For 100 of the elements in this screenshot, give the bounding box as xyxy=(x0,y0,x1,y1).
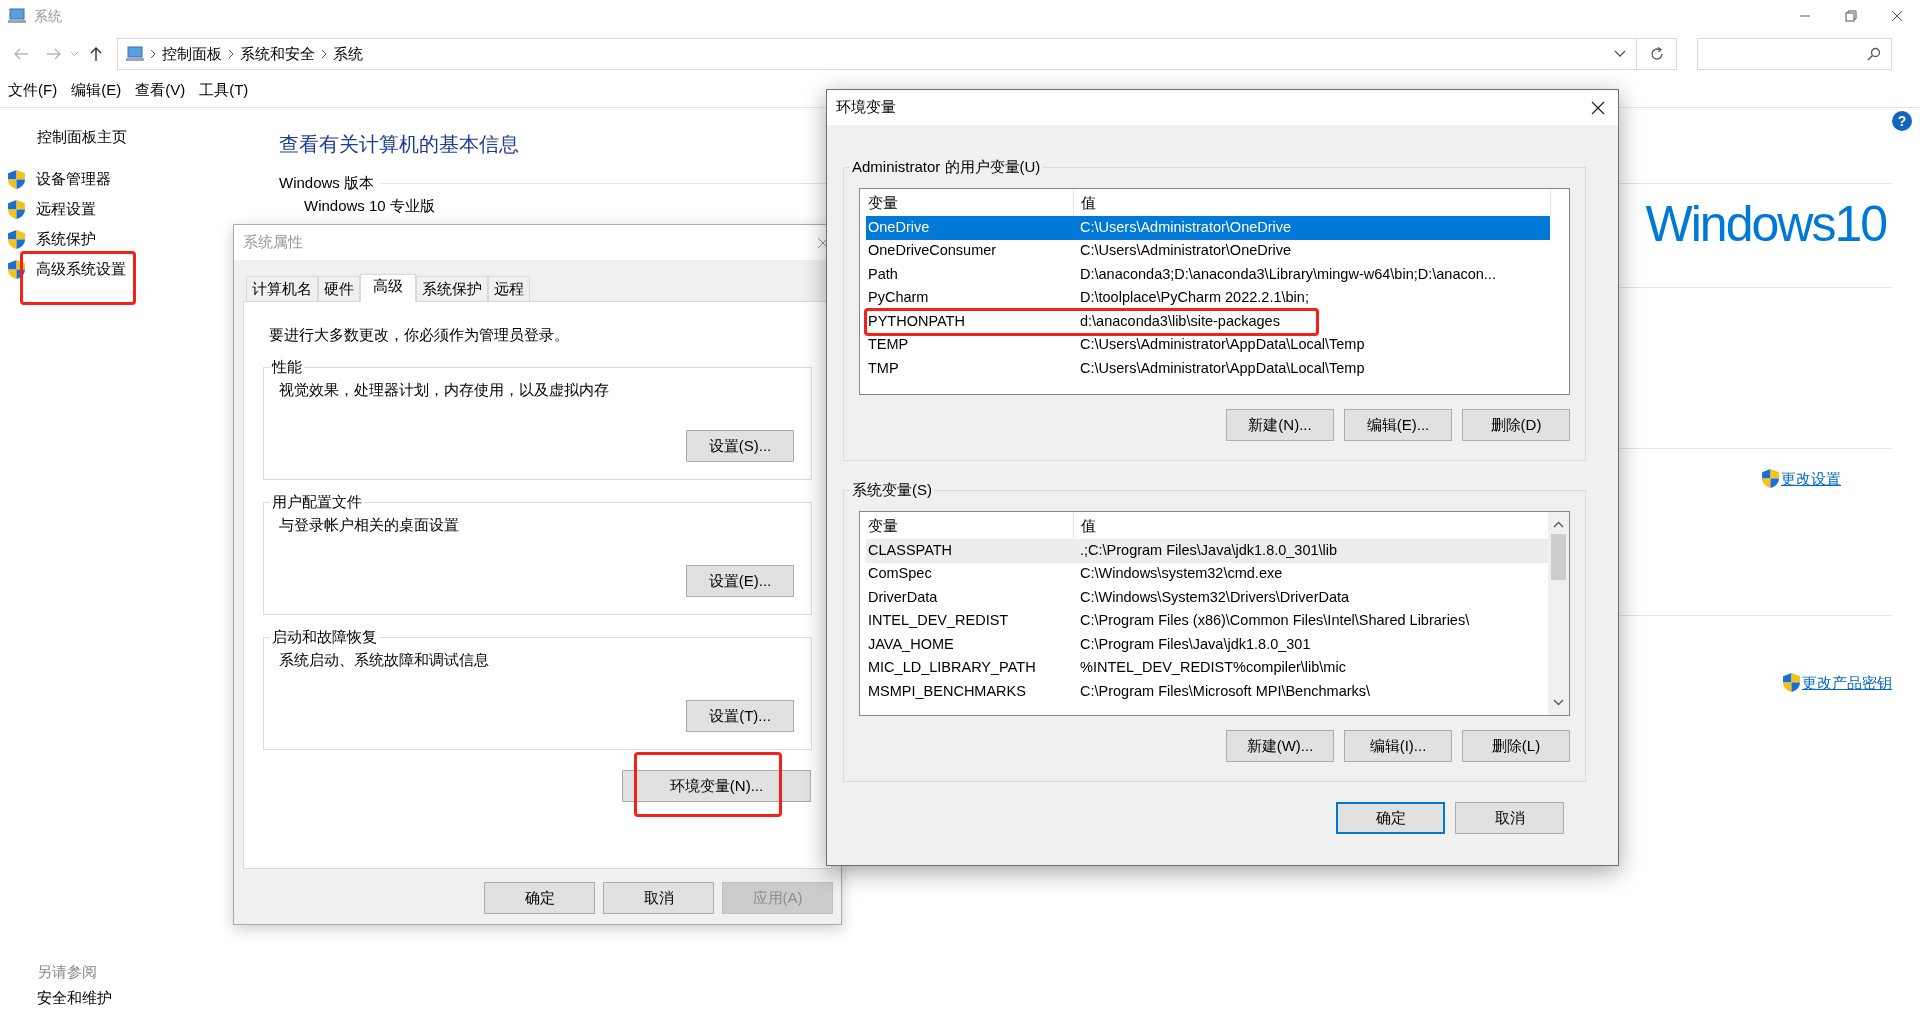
shield-icon xyxy=(8,229,25,249)
refresh-icon xyxy=(1649,47,1664,61)
variable-list[interactable] xyxy=(859,188,1570,395)
variable-list[interactable] xyxy=(859,511,1570,716)
table-cell-text: ComSpec xyxy=(867,564,933,584)
chevron-up-icon[interactable] xyxy=(1553,521,1565,528)
menu-item[interactable]: 查看(V) xyxy=(135,79,186,102)
computer-icon xyxy=(8,8,26,24)
dialog-button[interactable]: 取消 xyxy=(1455,802,1564,834)
settings-button[interactable]: 设置(S)... xyxy=(686,430,794,462)
settings-button[interactable]: 设置(E)... xyxy=(686,565,794,597)
list-row[interactable]: PYTHONPATH d:\anaconda3\lib\site-packages xyxy=(866,310,1550,334)
dialog-button[interactable]: 新建(W)... xyxy=(1226,730,1334,762)
restore-icon[interactable] xyxy=(1845,10,1857,22)
table-cell-text: OneDrive xyxy=(867,217,931,237)
sidebar-link[interactable]: 设备管理器 xyxy=(36,167,111,191)
breadcrumb-link[interactable]: 系统 xyxy=(327,42,369,66)
table-cell-text: Path xyxy=(867,264,899,284)
chevron-right-icon[interactable] xyxy=(150,49,156,59)
list-row[interactable]: OneDrive C:\Users\Administrator\OneDrive xyxy=(866,216,1550,240)
list-row[interactable]: ComSpec C:\Windows\system32\cmd.exe xyxy=(866,562,1549,586)
breadcrumb-link[interactable]: 系统和安全 xyxy=(234,42,321,66)
group-description: 视觉效果，处理器计划，内存使用，以及虚拟内存 xyxy=(279,380,610,400)
list-row[interactable]: TMP C:\Users\Administrator\AppData\Local\Temp xyxy=(866,357,1550,381)
list-row[interactable]: INTEL_DEV_REDIST C:\Program Files (x86)\Common Files\Intel\Shared Libraries\ xyxy=(866,609,1549,633)
sidebar-link[interactable]: 系统保护 xyxy=(36,227,96,251)
dialog-button[interactable]: 取消 xyxy=(603,882,714,914)
menu-item[interactable]: 文件(F) xyxy=(8,79,58,102)
chevron-right-icon[interactable] xyxy=(321,49,327,59)
table-cell-text: C:\Users\Administrator\OneDrive xyxy=(1079,217,1293,237)
settings-link[interactable]: 更改产品密钥 xyxy=(1783,671,1892,694)
dialog-button[interactable]: 编辑(I)... xyxy=(1344,730,1452,762)
table-cell-text: PyCharm xyxy=(867,288,930,308)
breadcrumb-link[interactable]: 控制面板 xyxy=(156,42,228,66)
sidebar-link[interactable]: 高级系统设置 xyxy=(36,257,126,281)
list-row[interactable]: PyCharm D:\toolplace\PyCharm 2022.2.1\bin; xyxy=(866,286,1550,310)
help-button[interactable]: ? xyxy=(1892,111,1912,131)
sidebar-link[interactable]: 远程设置 xyxy=(36,197,96,221)
dialog-button[interactable]: 确定 xyxy=(484,882,595,914)
sidebar-link[interactable]: 安全和维护 xyxy=(37,986,250,1009)
section-title: Windows 版本 xyxy=(279,173,375,193)
column-header[interactable]: 变量 xyxy=(866,189,1073,216)
shield-icon xyxy=(1783,673,1800,693)
dialog-button[interactable]: 确定 xyxy=(1336,802,1445,834)
tab[interactable]: 计算机名 xyxy=(246,276,318,301)
sidebar-link[interactable]: 控制面板主页 xyxy=(37,126,250,148)
table-cell-text: D:\anaconda3;D:\anaconda3\Library\mingw-w64\bin;D:\anacon... xyxy=(1079,264,1497,284)
list-row[interactable]: DriverData C:\Windows\System32\Drivers\DriverData xyxy=(866,586,1549,610)
list-row[interactable]: Path D:\anaconda3;D:\anaconda3\Library\mingw-w64\bin;D:\anacon... xyxy=(866,263,1550,287)
dialog-title: 系统属性 xyxy=(243,232,303,253)
scrollbar[interactable] xyxy=(1548,512,1569,715)
settings-button[interactable]: 设置(T)... xyxy=(686,700,794,732)
list-row[interactable]: MIC_LD_LIBRARY_PATH %INTEL_DEV_REDIST%compiler\lib\mic xyxy=(866,656,1549,680)
table-cell-text: INTEL_DEV_REDIST xyxy=(867,611,1010,631)
tab[interactable]: 系统保护 xyxy=(416,276,488,301)
table-cell-text: %INTEL_DEV_REDIST%compiler\lib\mic xyxy=(1079,658,1347,678)
column-header[interactable]: 变量 xyxy=(866,512,1073,539)
windows-logo: Windows10 xyxy=(1645,198,1886,249)
chevron-right-icon[interactable] xyxy=(228,49,234,59)
window-title: 系统 xyxy=(34,6,62,26)
dialog-button[interactable]: 编辑(E)... xyxy=(1344,409,1452,441)
group-description: 与登录帐户相关的桌面设置 xyxy=(279,515,460,535)
tab[interactable]: 硬件 xyxy=(318,276,360,301)
table-cell-text: MSMPI_BENCHMARKS xyxy=(867,681,1027,701)
shield-icon xyxy=(8,199,25,219)
up-arrow-icon[interactable] xyxy=(89,46,103,62)
settings-link[interactable]: 更改设置 xyxy=(1762,467,1841,490)
table-cell-text: C:\Users\Administrator\OneDrive xyxy=(1079,241,1293,261)
dialog-button[interactable]: 新建(N)... xyxy=(1226,409,1334,441)
list-row[interactable]: JAVA_HOME C:\Program Files\Java\jdk1.8.0_301 xyxy=(866,633,1549,657)
group-description: 系统启动、系统故障和调试信息 xyxy=(279,650,490,670)
address-bar[interactable]: 控制面板 系统和安全 系统 xyxy=(117,38,1637,70)
page-heading: 查看有关计算机的基本信息 xyxy=(279,132,520,157)
dialog-button[interactable]: 删除(L) xyxy=(1462,730,1570,762)
table-cell-text: JAVA_HOME xyxy=(867,634,955,654)
group-title: 系统变量(S) xyxy=(851,481,933,499)
refresh-button[interactable] xyxy=(1637,38,1677,70)
list-row[interactable]: OneDriveConsumer C:\Users\Administrator\OneDrive xyxy=(866,239,1550,263)
menu-item[interactable]: 编辑(E) xyxy=(71,79,122,102)
tab[interactable]: 高级 xyxy=(360,274,416,302)
tab[interactable]: 远程 xyxy=(488,276,530,301)
list-row[interactable]: MSMPI_BENCHMARKS C:\Program Files\Microsoft MPI\Benchmarks\ xyxy=(866,680,1549,704)
dialog-button[interactable]: 删除(D) xyxy=(1462,409,1570,441)
list-row[interactable]: CLASSPATH .;C:\Program Files\Java\jdk1.8.0_301\lib xyxy=(866,539,1549,563)
environment-variables-button[interactable]: 环境变量(N)... xyxy=(622,770,811,802)
table-cell-text: C:\Users\Administrator\AppData\Local\Temp xyxy=(1079,358,1366,378)
menu-item[interactable]: 工具(T) xyxy=(199,79,249,102)
list-row[interactable]: TEMP C:\Users\Administrator\AppData\Local\Temp xyxy=(866,333,1550,357)
chevron-down-icon[interactable] xyxy=(1553,699,1565,706)
table-cell-text: C:\Program Files\Microsoft MPI\Benchmarks\ xyxy=(1079,681,1372,701)
table-cell-text: PYTHONPATH xyxy=(867,311,966,331)
group-title: Administrator 的用户变量(U) xyxy=(851,158,1042,176)
close-icon[interactable] xyxy=(1591,100,1605,115)
computer-icon xyxy=(126,46,144,62)
search-field[interactable] xyxy=(1697,38,1892,70)
chevron-down-icon[interactable] xyxy=(1614,50,1626,58)
scrollbar-thumb[interactable] xyxy=(1551,534,1567,580)
table-cell-text: MIC_LD_LIBRARY_PATH xyxy=(867,658,1037,678)
section-title: 另请参阅 xyxy=(37,961,98,982)
close-icon[interactable] xyxy=(1891,10,1903,22)
